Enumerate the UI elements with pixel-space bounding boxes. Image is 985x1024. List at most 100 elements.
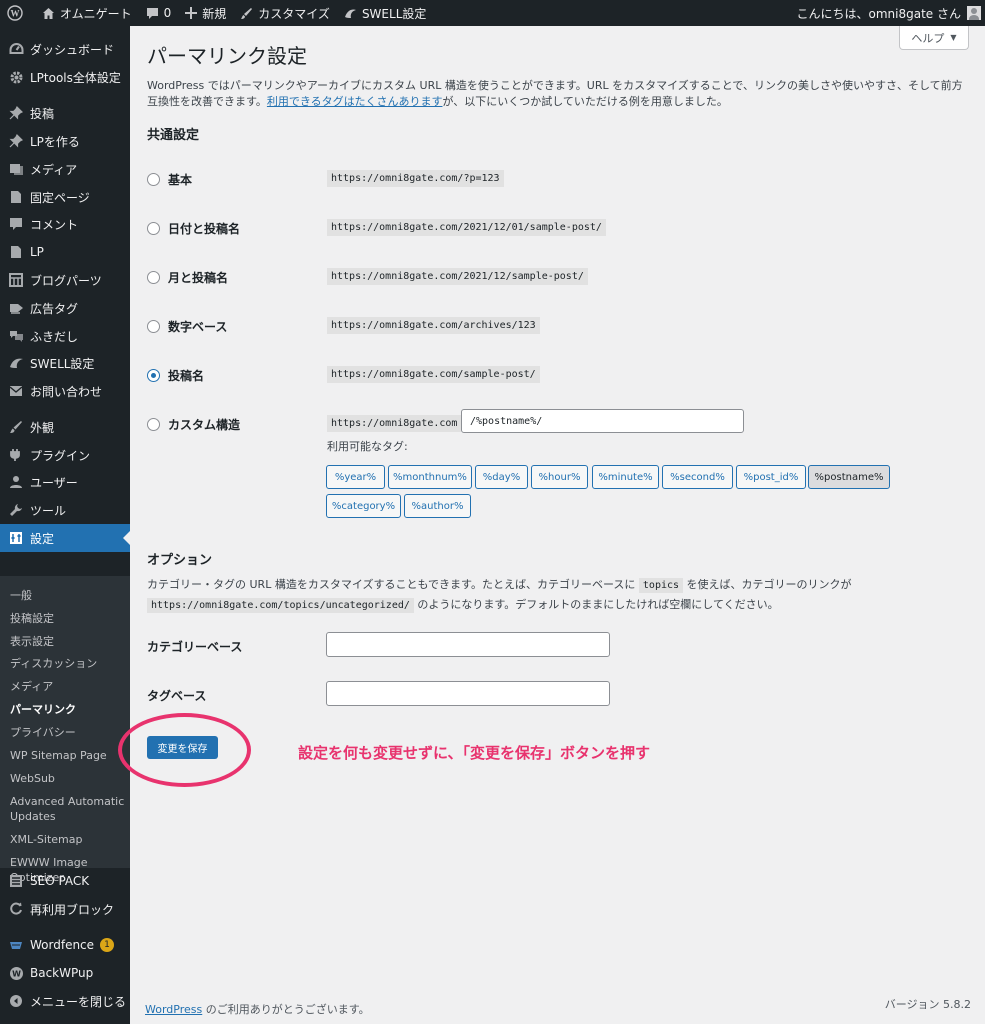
- admin-bar: W オムニゲート 0 新規 カスタマイズ SWELL設定 こんにちは、omni8…: [0, 0, 985, 26]
- menu-posts[interactable]: 投稿: [0, 99, 130, 127]
- menu-lptools[interactable]: LPtools全体設定: [0, 63, 130, 91]
- menu-lp[interactable]: LP: [0, 238, 130, 266]
- footer-thanks: WordPress のご利用ありがとうございます。: [145, 1003, 370, 1016]
- plus-icon: [185, 7, 198, 19]
- home-icon: [43, 7, 54, 19]
- submenu-advanced-automatic-updates[interactable]: Advanced Automatic Updates: [10, 794, 128, 824]
- menu-users[interactable]: ユーザー: [0, 468, 130, 496]
- options-heading: オプション: [147, 553, 213, 568]
- caret-down-icon: ▼: [950, 33, 957, 42]
- options-description: カテゴリー・タグの URL 構造をカスタマイズすることもできます。たとえば、カテ…: [147, 578, 852, 613]
- page-icon: [8, 189, 24, 205]
- help-button[interactable]: ヘルプ ▼: [899, 26, 969, 50]
- menu-seo-pack[interactable]: SEO PACK: [0, 867, 130, 895]
- bubble-icon: [8, 328, 24, 344]
- tag-button-post-id[interactable]: %post_id%: [736, 465, 806, 489]
- svg-text:W: W: [11, 9, 20, 19]
- radio-post-name[interactable]: [147, 369, 160, 382]
- option-numeric[interactable]: 数字ベース: [147, 318, 227, 335]
- radio-numeric[interactable]: [147, 320, 160, 333]
- menu-contact[interactable]: お問い合わせ: [0, 377, 130, 405]
- tag-button-monthnum[interactable]: %monthnum%: [388, 465, 472, 489]
- annotation-text: 設定を何も変更せずに、「変更を保存」ボタンを押す: [298, 744, 651, 762]
- menu-reusable-blocks[interactable]: 再利用ブロック: [0, 895, 130, 923]
- media-icon: [8, 161, 24, 177]
- tag-button-minute[interactable]: %minute%: [592, 465, 659, 489]
- menu-backwpup[interactable]: W BackWPup: [0, 959, 130, 987]
- tag-button-year[interactable]: %year%: [326, 465, 385, 489]
- radio-plain[interactable]: [147, 173, 160, 186]
- menu-dashboard[interactable]: ダッシュボード: [0, 35, 130, 63]
- new-content-link[interactable]: 新規: [178, 0, 233, 26]
- menu-ad-tags[interactable]: 広告タグ: [0, 294, 130, 322]
- gear-icon: [8, 69, 24, 85]
- greeting: こんにちは、omni8gate さん: [796, 6, 961, 21]
- menu-appearance[interactable]: 外観: [0, 413, 130, 441]
- submenu-media[interactable]: メディア: [10, 679, 128, 694]
- menu-pages[interactable]: 固定ページ: [0, 183, 130, 211]
- tag-button-second[interactable]: %second%: [662, 465, 733, 489]
- brush-icon: [8, 419, 24, 435]
- my-account-link[interactable]: こんにちは、omni8gate さん: [790, 0, 985, 26]
- footer-version: バージョン 5.8.2: [884, 998, 971, 1011]
- menu-wordfence[interactable]: Wordfence 1: [0, 931, 130, 959]
- tag-button-author[interactable]: %author%: [404, 494, 471, 518]
- submenu-xml-sitemap[interactable]: XML-Sitemap: [10, 832, 128, 847]
- radio-custom-structure[interactable]: [147, 418, 160, 431]
- svg-text:W: W: [12, 969, 21, 978]
- swell-icon: [8, 355, 24, 371]
- tag-button-hour[interactable]: %hour%: [531, 465, 588, 489]
- menu-blog-parts[interactable]: ブログパーツ: [0, 266, 130, 294]
- radio-day-name[interactable]: [147, 222, 160, 235]
- menu-tools[interactable]: ツール: [0, 496, 130, 524]
- menu-make-lp[interactable]: LPを作る: [0, 127, 130, 155]
- menu-fukidashi[interactable]: ふきだし: [0, 322, 130, 350]
- menu-swell-settings[interactable]: SWELL設定: [0, 349, 130, 377]
- swell-icon: [344, 9, 356, 18]
- main-content: パーマリンク設定 ヘルプ ▼ WordPress ではパーマリンクやアーカイブにカ…: [130, 26, 985, 1024]
- option-custom-structure[interactable]: カスタム構造: [147, 416, 240, 433]
- menu-settings[interactable]: 設定: [0, 524, 130, 552]
- wordpress-logo-icon[interactable]: W: [0, 0, 35, 26]
- mail-icon: [8, 383, 24, 399]
- category-base-input[interactable]: [326, 632, 610, 657]
- custom-structure-input[interactable]: /%postname%/: [461, 409, 744, 433]
- tag-base-label: タグベース: [147, 689, 207, 703]
- tag-button-day[interactable]: %day%: [475, 465, 528, 489]
- tag-button-category[interactable]: %category%: [326, 494, 401, 518]
- radio-month-name[interactable]: [147, 271, 160, 284]
- tag-button-postname[interactable]: %postname%: [808, 465, 890, 489]
- collapse-menu-button[interactable]: メニューを閉じる: [0, 987, 130, 1015]
- url-example-day-name: https://omni8gate.com/2021/12/01/sample-…: [327, 219, 606, 236]
- submenu-writing[interactable]: 投稿設定: [10, 611, 128, 626]
- admin-sidebar: ダッシュボード LPtools全体設定 投稿 LPを作る メディア 固定ページ …: [0, 26, 130, 1024]
- swell-settings-link[interactable]: SWELL設定: [337, 0, 433, 26]
- comment-icon: [146, 7, 158, 19]
- comments-link[interactable]: 0: [139, 0, 179, 26]
- tag-base-input[interactable]: [326, 681, 610, 706]
- wrench-icon: [8, 502, 24, 518]
- page-icon: [8, 244, 24, 260]
- menu-comments[interactable]: コメント: [0, 210, 130, 238]
- submenu-reading[interactable]: 表示設定: [10, 634, 128, 649]
- menu-plugins[interactable]: プラグイン: [0, 441, 130, 469]
- menu-media[interactable]: メディア: [0, 155, 130, 183]
- comments-count: 0: [163, 6, 172, 20]
- comment-icon: [8, 216, 24, 232]
- submenu-discussion[interactable]: ディスカッション: [10, 656, 128, 671]
- customize-link[interactable]: カスタマイズ: [233, 0, 337, 26]
- submenu-websub[interactable]: WebSub: [10, 771, 128, 786]
- option-post-name[interactable]: 投稿名: [147, 367, 204, 384]
- submenu-permalink[interactable]: パーマリンク: [10, 702, 128, 717]
- site-name-link[interactable]: オムニゲート: [35, 0, 139, 26]
- option-month-name[interactable]: 月と投稿名: [147, 269, 228, 286]
- submenu-wp-sitemap-page[interactable]: WP Sitemap Page: [10, 748, 128, 763]
- available-tags-link[interactable]: 利用できるタグはたくさんあります: [267, 95, 443, 108]
- submenu-general[interactable]: 一般: [10, 588, 128, 603]
- common-settings-heading: 共通設定: [147, 128, 200, 143]
- url-example-numeric: https://omni8gate.com/archives/123: [327, 317, 540, 334]
- option-plain[interactable]: 基本: [147, 171, 192, 188]
- submenu-privacy[interactable]: プライバシー: [10, 725, 128, 740]
- footer-wordpress-link[interactable]: WordPress: [145, 1003, 202, 1016]
- option-day-name[interactable]: 日付と投稿名: [147, 220, 240, 237]
